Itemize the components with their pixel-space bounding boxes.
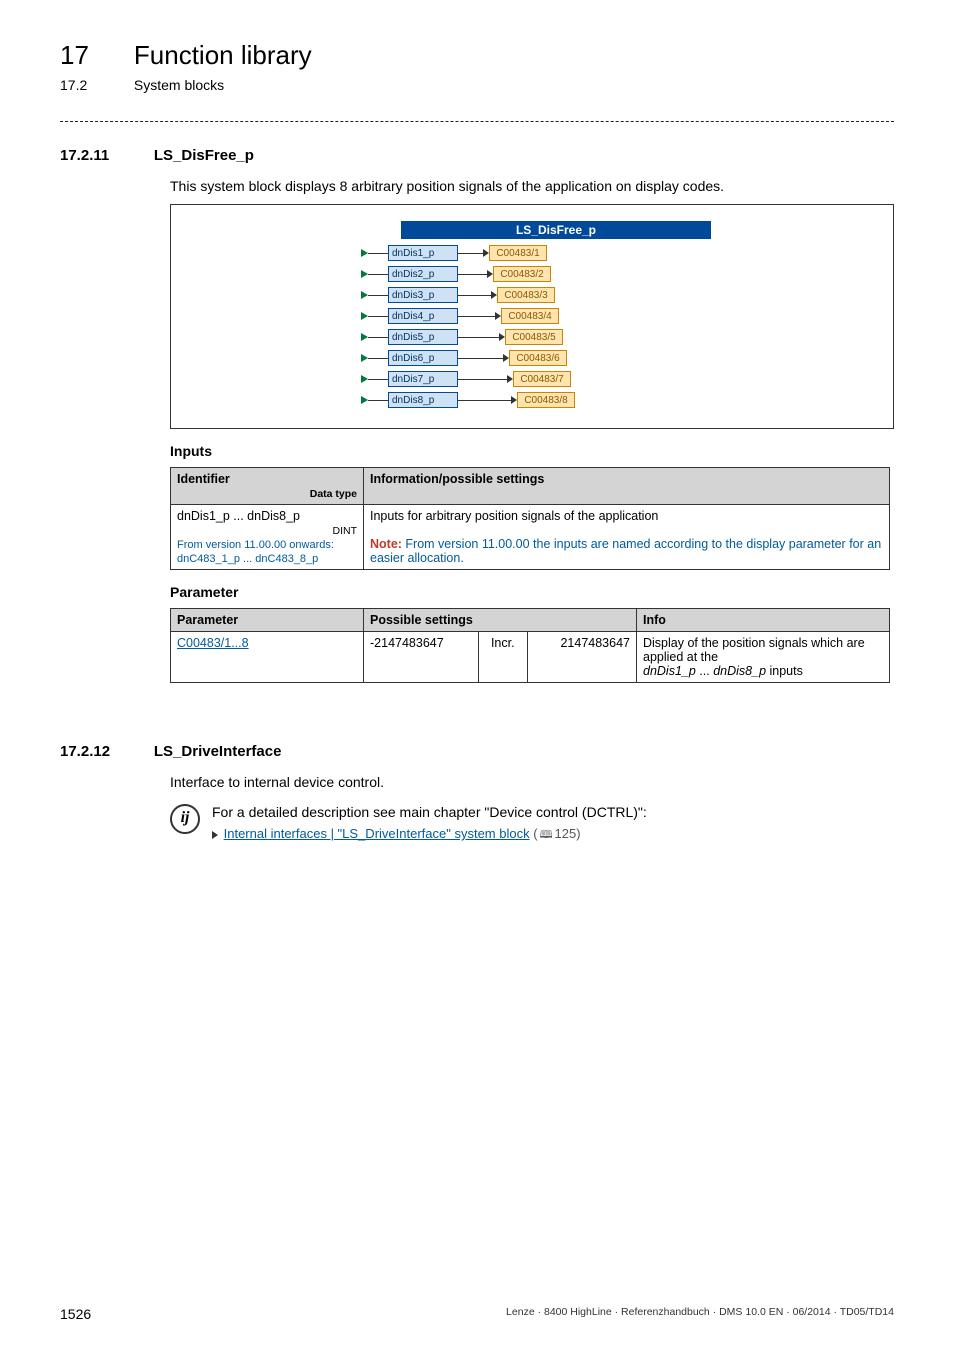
tip-block: ĳ For a detailed description see main ch… — [170, 804, 894, 845]
io-row: dnDis7_p C00483/7 — [361, 369, 575, 389]
cell-identifier: dnDis1_p ... dnDis8_p DINT From version … — [171, 505, 364, 570]
port-code: C00483/7 — [513, 371, 571, 387]
port-code: C00483/5 — [505, 329, 563, 345]
triangle-icon — [212, 831, 218, 839]
port-name: dnDis7_p — [388, 371, 458, 387]
io-row: dnDis4_p C00483/4 — [361, 306, 575, 326]
section-description: Interface to internal device control. — [170, 774, 894, 790]
tip-link[interactable]: Internal interfaces | "LS_DriveInterface… — [224, 826, 530, 841]
parameter-heading: Parameter — [170, 584, 894, 600]
port-name: dnDis8_p — [388, 392, 458, 408]
input-arrow-icon — [361, 375, 368, 383]
section-ls-driveinterface: 17.2.12 LS_DriveInterface — [60, 743, 894, 760]
th-parameter: Parameter — [171, 609, 364, 632]
th-identifier: Identifier Data type — [171, 468, 364, 505]
input-arrow-icon — [361, 312, 368, 320]
section-number: 17.2.12 — [60, 743, 150, 760]
th-info: Information/possible settings — [364, 468, 890, 505]
cell-description: Inputs for arbitrary position signals of… — [364, 505, 890, 570]
io-stack: dnDis1_p C00483/1 dnDis2_p C00483/2 dnDi… — [361, 243, 575, 411]
cell-parameter[interactable]: C00483/1...8 — [171, 632, 364, 683]
cell-min: -2147483647 — [364, 632, 479, 683]
subsection-title: System blocks — [134, 77, 224, 93]
io-row: dnDis8_p C00483/8 — [361, 390, 575, 410]
block-diagram: LS_DisFree_p dnDis1_p C00483/1 dnDis2_p … — [170, 204, 894, 429]
inputs-heading: Inputs — [170, 443, 894, 459]
tip-text: For a detailed description see main chap… — [212, 804, 647, 820]
tip-link-line[interactable]: Internal interfaces | "LS_DriveInterface… — [212, 826, 647, 845]
io-row: dnDis1_p C00483/1 — [361, 243, 575, 263]
port-name: dnDis3_p — [388, 287, 458, 303]
io-row: dnDis2_p C00483/2 — [361, 264, 575, 284]
section-number: 17.2.11 — [60, 147, 150, 164]
input-arrow-icon — [361, 270, 368, 278]
cell-step: Incr. — [478, 632, 527, 683]
page-footer: 1526 Lenze · 8400 HighLine · Referenzhan… — [60, 1306, 894, 1322]
th-datatype: Data type — [177, 488, 357, 500]
th-info: Info — [637, 609, 890, 632]
port-code: C00483/6 — [509, 350, 567, 366]
input-arrow-icon — [361, 249, 368, 257]
input-arrow-icon — [361, 354, 368, 362]
parameter-table: Parameter Possible settings Info C00483/… — [170, 608, 890, 683]
section-description: This system block displays 8 arbitrary p… — [170, 178, 894, 194]
io-row: dnDis5_p C00483/5 — [361, 327, 575, 347]
port-code: C00483/8 — [517, 392, 575, 408]
block-banner: LS_DisFree_p — [401, 221, 711, 239]
io-row: dnDis3_p C00483/3 — [361, 285, 575, 305]
io-row: dnDis6_p C00483/6 — [361, 348, 575, 368]
cell-info: Display of the position signals which ar… — [637, 632, 890, 683]
port-code: C00483/2 — [493, 266, 551, 282]
tip-icon: ĳ — [170, 804, 200, 834]
chapter-title: Function library — [134, 40, 312, 71]
chapter-number: 17 — [60, 40, 130, 71]
port-name: dnDis6_p — [388, 350, 458, 366]
separator — [60, 121, 894, 123]
section-title: LS_DisFree_p — [154, 147, 254, 164]
cell-max: 2147483647 — [527, 632, 636, 683]
book-icon: 🕮 — [540, 826, 553, 845]
section-title: LS_DriveInterface — [154, 743, 282, 760]
section-ls-disfree-p: 17.2.11 LS_DisFree_p — [60, 147, 894, 164]
subsection-number: 17.2 — [60, 77, 130, 93]
chapter-header: 17 Function library — [60, 40, 894, 71]
input-arrow-icon — [361, 291, 368, 299]
input-arrow-icon — [361, 396, 368, 404]
port-code: C00483/4 — [501, 308, 559, 324]
port-code: C00483/3 — [497, 287, 555, 303]
port-name: dnDis5_p — [388, 329, 458, 345]
port-code: C00483/1 — [489, 245, 547, 261]
subsection-header: 17.2 System blocks — [60, 77, 894, 93]
input-arrow-icon — [361, 333, 368, 341]
port-name: dnDis4_p — [388, 308, 458, 324]
inputs-table: Identifier Data type Information/possibl… — [170, 467, 890, 570]
port-name: dnDis1_p — [388, 245, 458, 261]
footer-meta: Lenze · 8400 HighLine · Referenzhandbuch… — [506, 1306, 894, 1322]
port-name: dnDis2_p — [388, 266, 458, 282]
page-number: 1526 — [60, 1306, 91, 1322]
th-possible-settings: Possible settings — [364, 609, 637, 632]
